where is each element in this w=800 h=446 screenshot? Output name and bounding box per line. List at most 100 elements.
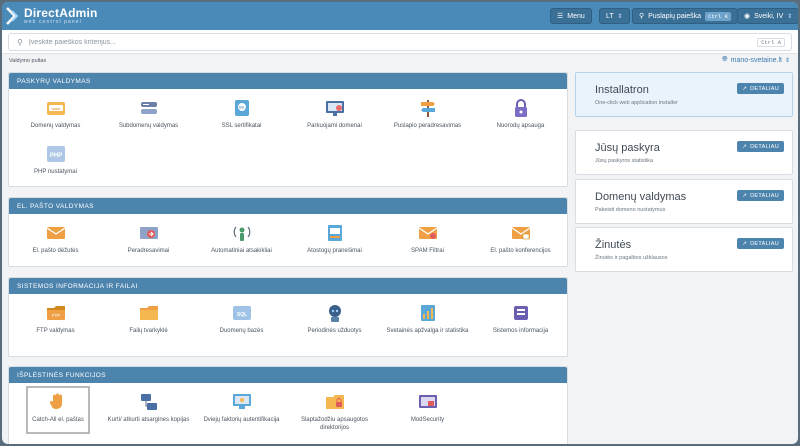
menu-item-label: Puslapio peradresavimas xyxy=(393,123,462,129)
details-button[interactable]: ↗ DETALIAU xyxy=(737,238,784,249)
card-subtitle: Pakeisti domeno nustatymus xyxy=(595,207,666,213)
ftp-icon: FTP xyxy=(45,302,67,324)
menu-item-mailing-lists[interactable]: El. pašto konferencijos xyxy=(474,218,567,264)
menu-item-mailboxes[interactable]: El. pašto dėžutės xyxy=(9,218,102,264)
catch-all-icon xyxy=(47,391,69,413)
search-input[interactable] xyxy=(28,38,791,46)
subdomain-icon xyxy=(138,97,160,119)
external-link-icon: ↗ xyxy=(742,143,748,150)
domain-label: mano-svetaine.lt xyxy=(730,56,782,64)
language-label: LT xyxy=(606,12,614,20)
domain-selector[interactable]: 🌐︎ mano-svetaine.lt ⇕ xyxy=(722,56,790,64)
statistics-icon xyxy=(417,302,439,324)
mailing-list-icon xyxy=(510,222,532,244)
section-title: IŠPLĖSTINĖS FUNKCIJOS xyxy=(9,367,567,383)
search-icon: ⚲ xyxy=(17,37,23,47)
menu-item-label: FTP valdymas xyxy=(36,328,75,334)
forward-icon xyxy=(138,222,160,244)
logo[interactable]: DirectAdmin web control panel xyxy=(6,5,98,27)
page-search-label: Puslapių paieška xyxy=(648,12,702,20)
menu-item-file-manager[interactable]: Failų tvarkyklė xyxy=(102,298,195,344)
section-title: SISTEMOS INFORMACIJA IR FAILAI xyxy=(9,278,567,294)
menu-item-two-factor-auth[interactable]: Dviejų faktorių autentifikacija xyxy=(195,387,288,433)
user-menu-button[interactable]: ◉ Sveiki, IV ⇕ xyxy=(737,8,798,24)
card-title: Žinutės xyxy=(595,239,632,251)
menu-item-cron-jobs[interactable]: Periodinės užduotys xyxy=(288,298,381,344)
menu-item-modsecurity[interactable]: ModSecurity xyxy=(381,387,474,433)
menu-item-forwarders[interactable]: Peradresavimai xyxy=(102,218,195,264)
vacation-icon xyxy=(324,222,346,244)
section-system-info-files: SISTEMOS INFORMACIJA IR FAILAI FTP FTP v… xyxy=(8,277,568,357)
menu-item-vacation-messages[interactable]: Atostogų pranešimai xyxy=(288,218,381,264)
card-installatron[interactable]: Installatron One-click web application i… xyxy=(575,72,793,117)
svg-text:PHP: PHP xyxy=(49,153,61,159)
details-button-label: DETALIAU xyxy=(750,192,779,199)
menu-item-spam-filters[interactable]: SPAM Filtrai xyxy=(381,218,474,264)
menu-item-autoresponders[interactable]: Automatiniai atsakikliai xyxy=(195,218,288,264)
details-button-label: DETALIAU xyxy=(750,143,779,150)
autoresponder-icon xyxy=(231,222,253,244)
menu-item-ssl-certificates[interactable]: SSL SSL sertifikatai xyxy=(195,93,288,139)
menu-item-databases[interactable]: SQL Duomenų bazės xyxy=(195,298,288,344)
external-link-icon: ↗ xyxy=(742,192,748,199)
menu-item-protected-directories[interactable]: Slaptažodžiu apsaugotos direktorijos xyxy=(288,387,381,433)
svg-text:FTP: FTP xyxy=(51,313,60,318)
menu-item-label: PHP nustatymai xyxy=(34,169,77,175)
menu-item-label: Peradresavimai xyxy=(127,248,170,254)
language-select[interactable]: LT ⇕ xyxy=(599,8,630,24)
menu-item-catch-all-email[interactable]: Catch-All el. paštas xyxy=(26,386,90,434)
menu-item-label: Dviejų faktorių autentifikacija xyxy=(203,417,280,423)
cron-robot-icon xyxy=(324,302,346,324)
modsecurity-icon xyxy=(417,391,439,413)
system-info-icon xyxy=(510,302,532,324)
top-bar: DirectAdmin web control panel ☰ Menu LT … xyxy=(2,2,798,30)
menu-item-site-statistics[interactable]: Svetainės apžvalga ir statistika xyxy=(381,298,474,344)
menu-item-subdomain-management[interactable]: Subdomenų valdymas xyxy=(102,93,195,139)
menu-item-label: Subdomenų valdymas xyxy=(118,123,179,129)
menu-item-label: Domenų valdymas xyxy=(30,123,81,129)
details-button[interactable]: ↗ DETALIAU xyxy=(737,190,784,201)
menu-item-label: Automatiniai atsakikliai xyxy=(211,248,272,254)
breadcrumb[interactable]: Valdymo pultas xyxy=(9,58,46,64)
card-domain-management[interactable]: Domenų valdymas Pakeisti domeno nustatym… xyxy=(575,179,793,224)
menu-item-parked-domains[interactable]: Parkuojami domenai xyxy=(288,93,381,139)
menu-item-domain-management[interactable]: www Domenų valdymas xyxy=(9,93,102,139)
menu-item-label: Nuorodų apsauga xyxy=(496,123,545,129)
menu-item-php-settings[interactable]: PHP PHP nustatymai xyxy=(9,139,102,185)
details-button-label: DETALIAU xyxy=(750,240,779,247)
menu-item-label: El. pašto konferencijos xyxy=(490,248,551,254)
brand-name: DirectAdmin xyxy=(24,6,98,20)
menu-button[interactable]: ☰ Menu xyxy=(550,8,592,24)
page-search-button[interactable]: ⚲ Puslapių paieška Ctrl K xyxy=(632,8,738,24)
menu-item-ftp-management[interactable]: FTP FTP valdymas xyxy=(9,298,102,344)
card-title: Domenų valdymas xyxy=(595,191,687,203)
php-icon: PHP xyxy=(45,143,67,165)
menu-item-label: El. pašto dėžutės xyxy=(32,248,79,254)
backup-icon xyxy=(138,391,160,413)
shortcut-badge: Ctrl A xyxy=(757,38,785,47)
parked-domain-icon xyxy=(324,97,346,119)
spam-filter-icon xyxy=(417,222,439,244)
menu-item-system-information[interactable]: Sistemos informacija xyxy=(474,298,567,344)
app-window: DirectAdmin web control panel ☰ Menu LT … xyxy=(2,2,798,444)
menu-item-label: Svetainės apžvalga ir statistika xyxy=(386,328,469,334)
menu-item-page-redirect[interactable]: Puslapio peradresavimas xyxy=(381,93,474,139)
greeting-label: Sveiki, IV xyxy=(754,12,784,20)
folder-icon xyxy=(138,302,160,324)
card-your-account[interactable]: Jūsų paskyra Jūsų paskyros statistika ↗ D… xyxy=(575,130,793,175)
lock-icon xyxy=(510,97,532,119)
menu-item-label: Catch-All el. paštas xyxy=(32,417,84,423)
menu-item-hotlink-protection[interactable]: Nuorodų apsauga xyxy=(474,93,567,139)
menu-item-label: Periodinės užduotys xyxy=(307,328,362,334)
protected-dir-icon xyxy=(324,391,346,413)
details-button[interactable]: ↗ DETALIAU xyxy=(737,83,784,94)
search-icon: ⚲ xyxy=(639,13,645,20)
card-messages[interactable]: Žinutės Žinutės ir pagalbos užklausos ↗ D… xyxy=(575,227,793,272)
menu-item-backups[interactable]: Kurti/ atkurti atsargines kopijas xyxy=(102,387,195,433)
sql-database-icon: SQL xyxy=(231,302,253,324)
card-subtitle: Jūsų paskyros statistika xyxy=(595,158,654,164)
ssl-icon: SSL xyxy=(231,97,253,119)
details-button[interactable]: ↗ DETALIAU xyxy=(737,141,784,152)
search-box[interactable]: ⚲ Ctrl A xyxy=(8,33,792,51)
menu-item-label: ModSecurity xyxy=(410,417,445,423)
